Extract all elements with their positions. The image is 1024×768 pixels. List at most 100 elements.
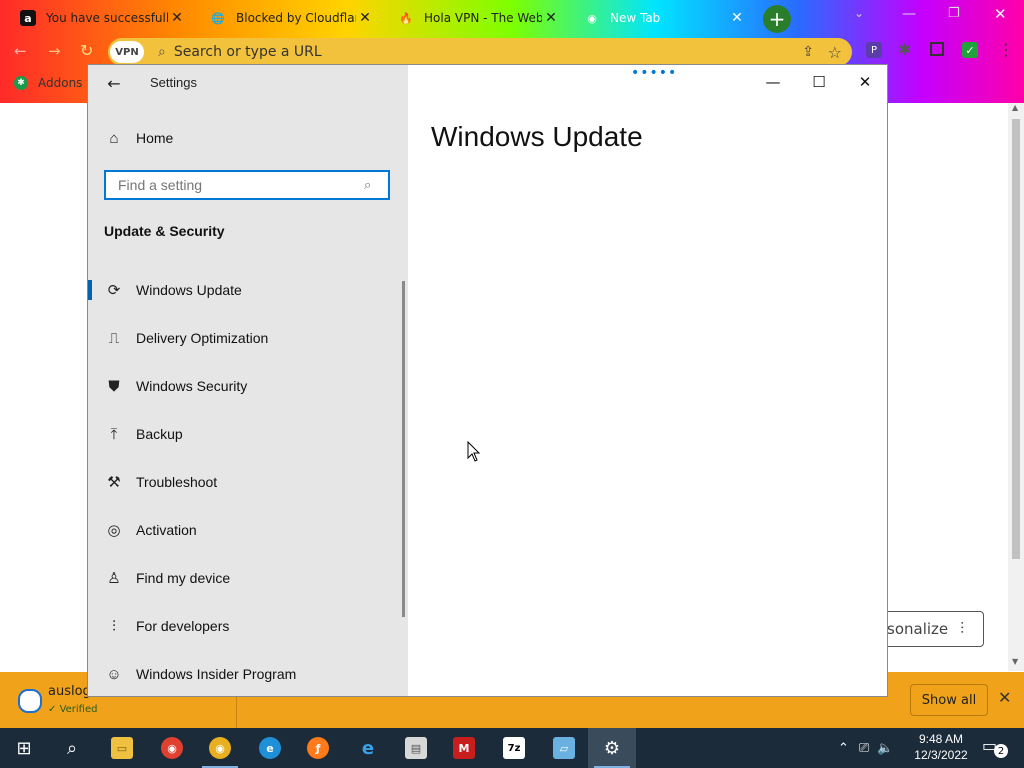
extension-p-icon[interactable]: P [866,42,882,58]
taskbar-chrome-profile[interactable]: ◉ [148,728,196,768]
gear-icon: ⚙ [603,737,621,759]
taskbar-internet-explorer[interactable]: e [344,728,392,768]
settings-window: ← Settings ⌂ Home ⌕ Update & Security ⟳ … [87,64,888,697]
windows-logo-icon: ⊞ [16,737,32,759]
sidebar-scrollbar[interactable] [402,281,405,617]
back-arrow-icon[interactable]: ← [104,73,124,93]
shield-check-icon[interactable]: ✓ [962,42,978,58]
firefox-icon: ƒ [307,737,329,759]
tab-search-icon[interactable]: ⌄ [854,6,864,20]
close-tab-icon[interactable]: ✕ [168,10,186,26]
reload-icon[interactable]: ↻ [80,41,93,60]
taskbar-chrome[interactable]: ◉ [196,728,244,768]
check-circle-icon: ◎ [107,522,121,539]
minimize-icon[interactable]: — [750,71,796,93]
minimize-icon[interactable]: — [902,6,916,22]
close-icon[interactable]: ✕ [842,71,888,93]
tab-title: You have successfully c [46,11,168,25]
side-panel-icon[interactable] [930,42,944,56]
close-tab-icon[interactable]: ✕ [728,10,746,26]
nav-label: Windows Insider Program [136,666,297,682]
menu-dots-icon[interactable]: ⋮ [998,40,1014,59]
loading-dots-icon: ••••• [631,65,678,81]
window-title: Settings [150,75,197,90]
taskbar-edge[interactable]: e [246,728,294,768]
address-bar[interactable]: VPN ⌕ Search or type a URL ⇪ ☆ [108,38,852,66]
forward-icon[interactable]: → [48,42,61,60]
nav-home[interactable]: ⌂ Home [88,116,406,160]
tab-2[interactable]: 🌐 Blocked by Cloudflare ✕ [198,4,382,32]
nav-label: Delivery Optimization [136,330,269,346]
tab-3[interactable]: 🔥 Hola VPN - The Websi ✕ [386,4,568,32]
folder-icon: ▭ [111,737,133,759]
nav-windows-update[interactable]: ⟳ Windows Update [88,268,406,312]
home-icon: ⌂ [109,129,119,147]
close-shelf-icon[interactable]: ✕ [998,688,1011,707]
scroll-up-icon[interactable]: ▲ [1012,103,1018,112]
chevron-up-icon[interactable]: ⌃ [838,741,849,756]
notification-count: 2 [994,744,1008,758]
vpn-badge[interactable]: VPN [110,41,144,63]
bookmark-item[interactable]: ✱ Addons S [14,76,94,90]
volume-icon[interactable]: 🔈 [877,741,893,756]
close-icon[interactable]: ✕ [994,5,1007,23]
search-input[interactable] [116,176,364,194]
addons-icon: ✱ [14,76,28,90]
personalize-button[interactable]: sonalize ⫶ [880,611,984,647]
taskbar-file-explorer[interactable]: ▭ [98,728,146,768]
taskbar-7zip[interactable]: 7z [490,728,538,768]
search-button[interactable]: ⌕ [48,728,96,768]
page-title: Windows Update [431,121,643,152]
tab-1[interactable]: a You have successfully c ✕ [8,4,194,32]
nav-windows-security[interactable]: ⛊ Windows Security [88,364,406,408]
tab-4-active[interactable]: ◉ New Tab ✕ [572,4,754,32]
system-tray: ⌃ ⎚ 🔈 [838,728,894,768]
nav-label: Windows Security [136,378,248,394]
scroll-down-icon[interactable]: ▼ [1012,657,1018,666]
new-tab-button[interactable]: + [763,5,791,33]
nav-backup[interactable]: ⤒ Backup [88,412,406,456]
page-scrollbar[interactable]: ▲ ▼ [1008,103,1024,671]
scrollbar-thumb[interactable] [1012,119,1020,559]
maximize-icon[interactable]: ☐ [796,71,842,93]
taskbar-firefox[interactable]: ƒ [294,728,342,768]
settings-search[interactable]: ⌕ [104,170,390,200]
download-file-name[interactable]: auslog [48,684,91,699]
nav-delivery-optimization[interactable]: ⎍ Delivery Optimization [88,316,406,360]
search-icon: ⌕ [158,44,166,60]
taskbar-app[interactable]: ▱ [540,728,588,768]
nav-windows-insider[interactable]: ☺ Windows Insider Program [88,652,406,696]
developer-icon: ⫶ [112,617,116,635]
nav-troubleshoot[interactable]: ⚒ Troubleshoot [88,460,406,504]
bookmark-star-icon[interactable]: ☆ [828,43,842,62]
network-icon[interactable]: ⎚ [859,741,869,756]
close-tab-icon[interactable]: ✕ [356,10,374,26]
taskbar-notepad[interactable]: ▤ [392,728,440,768]
back-icon[interactable]: ← [14,42,27,60]
nav-activation[interactable]: ◎ Activation [88,508,406,552]
globe-icon: 🌐 [211,11,225,25]
puzzle-icon[interactable]: ✱ [898,40,911,59]
settings-sidebar: ← Settings ⌂ Home ⌕ Update & Security ⟳ … [88,65,408,696]
app-icon: ▱ [553,737,575,759]
tab-title: Blocked by Cloudflare [236,11,356,25]
chrome-favicon-icon: ◉ [587,11,597,25]
ie-icon: e [361,737,375,759]
nav-label: Home [136,130,174,146]
clock[interactable]: 9:48 AM 12/3/2022 [908,731,974,763]
nav-find-my-device[interactable]: ♙ Find my device [88,556,406,600]
show-all-button[interactable]: Show all [910,684,988,716]
taskbar-mcafee[interactable]: M [440,728,488,768]
close-tab-icon[interactable]: ✕ [542,10,560,26]
amazon-favicon-icon: a [20,10,36,26]
tab-title: New Tab [610,11,661,25]
share-icon[interactable]: ⇪ [802,44,814,60]
backup-icon: ⤒ [110,425,118,443]
nav-for-developers[interactable]: ⫶ For developers [88,604,406,648]
taskbar-settings[interactable]: ⚙ [588,728,636,768]
start-button[interactable]: ⊞ [0,728,48,768]
notifications-button[interactable]: ▭ 2 [982,736,1008,758]
restore-icon[interactable]: ❐ [948,6,960,21]
search-icon[interactable]: ⌕ [364,178,388,193]
download-status: ✓ Verified [48,704,97,715]
